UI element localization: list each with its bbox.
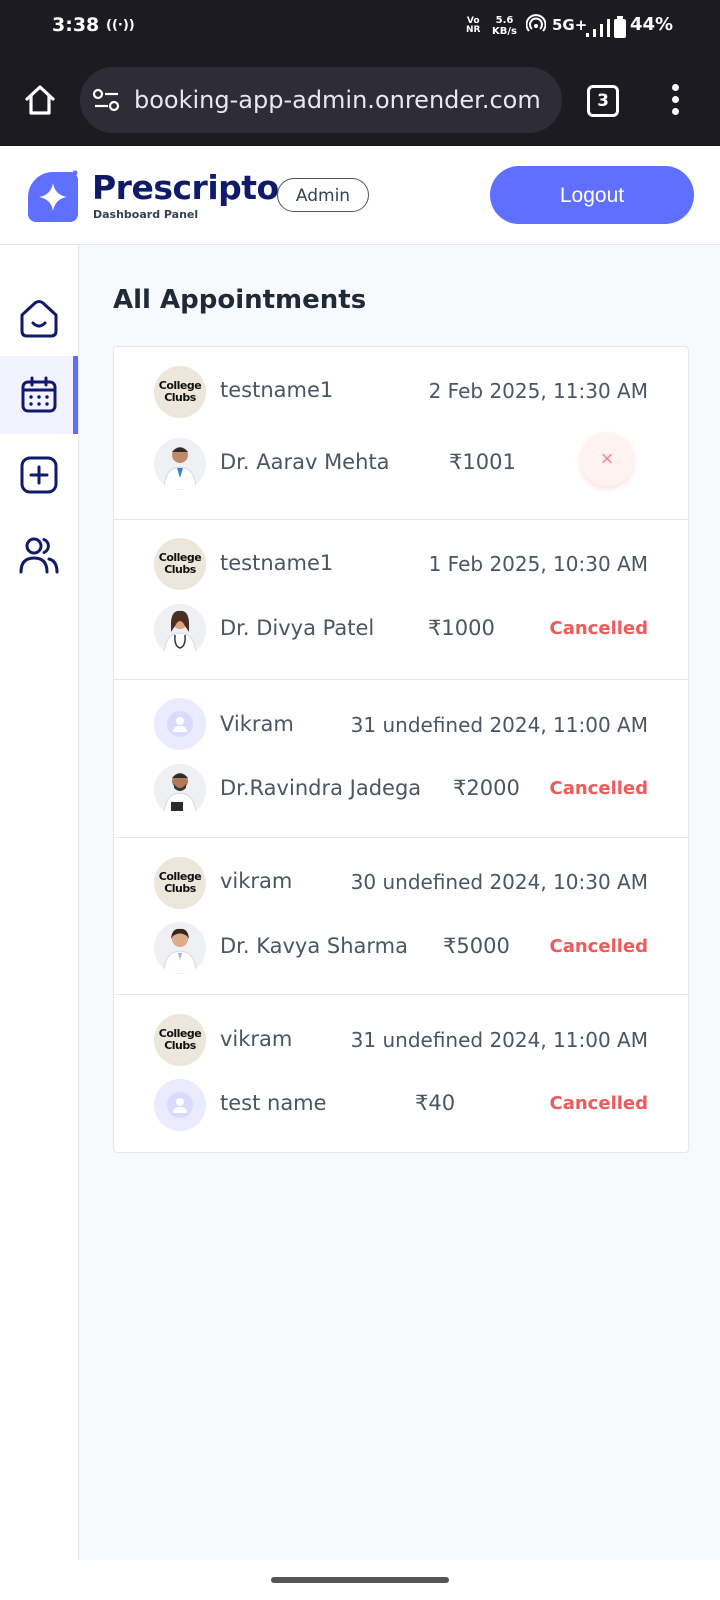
- appointment-row: College Clubs testname1 2 Feb 2025, 11:3…: [114, 347, 688, 520]
- doctor-photo: [163, 928, 197, 974]
- doctor-photo: [163, 610, 197, 656]
- logout-button[interactable]: Logout: [490, 166, 694, 224]
- status-badge: Cancelled: [549, 936, 648, 957]
- site-settings-icon[interactable]: [92, 87, 122, 113]
- appointment-datetime: 1 Feb 2025, 10:30 AM: [428, 552, 648, 576]
- doctor-name: Dr.Ravindra Jadega: [220, 776, 422, 800]
- sidebar: [0, 245, 79, 1560]
- sidebar-item-add-doctor[interactable]: [0, 436, 78, 514]
- url-text[interactable]: booking-app-admin.onrender.com: [134, 86, 554, 114]
- user-placeholder-icon: [167, 711, 193, 737]
- doctor-name: Dr. Divya Patel: [220, 616, 375, 640]
- doctor-avatar: [154, 764, 206, 816]
- doctor-name: Dr. Kavya Sharma: [220, 934, 408, 958]
- home-icon[interactable]: [22, 82, 58, 118]
- calendar-icon: [21, 376, 57, 413]
- patient-name: vikram: [220, 869, 293, 893]
- patient-avatar: College Clubs: [154, 538, 206, 590]
- volte-indicator: Vo NR: [466, 16, 481, 35]
- people-icon: [19, 537, 59, 574]
- appointment-row: College Clubs testname1 1 Feb 2025, 10:3…: [114, 520, 688, 680]
- tab-switcher-button[interactable]: 3: [587, 85, 619, 117]
- doctor-avatar: [154, 922, 206, 974]
- address-bar[interactable]: booking-app-admin.onrender.com: [80, 67, 562, 133]
- hotspot-icon: [526, 14, 546, 32]
- appointment-row: College Clubs vikram 30 undefined 2024, …: [114, 838, 688, 995]
- network-type: 5G+: [552, 16, 588, 34]
- patient-avatar: College Clubs: [154, 366, 206, 418]
- user-placeholder-icon: [167, 1092, 193, 1118]
- doctor-name: Dr. Aarav Mehta: [220, 450, 390, 474]
- appointment-fee: ₹2000: [453, 776, 520, 800]
- doctor-photo: [163, 447, 197, 490]
- patient-name: testname1: [220, 378, 334, 402]
- doctor-avatar: [154, 1079, 206, 1131]
- appointments-list: College Clubs testname1 2 Feb 2025, 11:3…: [113, 346, 689, 1153]
- appointment-datetime: 2 Feb 2025, 11:30 AM: [428, 379, 648, 403]
- battery-percent: 44%: [630, 14, 674, 35]
- patient-name: testname1: [220, 551, 334, 575]
- patient-name: Vikram: [220, 712, 294, 736]
- status-bar: 3:38 ((·)) Vo NR 5.6 KB/s 5G+ 44%: [0, 0, 720, 56]
- status-badge: Cancelled: [549, 618, 648, 639]
- gesture-navigation-bar[interactable]: [271, 1577, 449, 1583]
- battery-icon: [614, 16, 626, 38]
- patient-name: vikram: [220, 1027, 293, 1051]
- appointment-datetime: 31 undefined 2024, 11:00 AM: [350, 1028, 648, 1052]
- doctor-avatar: [154, 438, 206, 490]
- browser-toolbar: booking-app-admin.onrender.com 3: [0, 56, 720, 146]
- doctor-photo: [163, 773, 197, 816]
- signal-broadcast-icon: ((·)): [106, 18, 135, 33]
- sidebar-item-appointments[interactable]: [0, 356, 78, 434]
- prescripto-logo-icon: [28, 170, 78, 222]
- appointment-row: College Clubs vikram 31 undefined 2024, …: [114, 995, 688, 1152]
- status-badge: Cancelled: [549, 1093, 648, 1114]
- doctor-avatar: [154, 604, 206, 656]
- page-title: All Appointments: [113, 285, 367, 315]
- app-header: Prescripto Dashboard Panel Admin Logout: [0, 146, 720, 245]
- brand-subtitle: Dashboard Panel: [93, 208, 199, 221]
- status-time: 3:38: [52, 14, 100, 36]
- patient-avatar: College Clubs: [154, 857, 206, 909]
- signal-bars-icon: [586, 19, 610, 37]
- brand-name: Prescripto: [92, 168, 279, 207]
- cancel-appointment-button[interactable]: ×: [580, 432, 634, 486]
- appointment-datetime: 30 undefined 2024, 10:30 AM: [350, 870, 648, 894]
- appointment-row: Vikram 31 undefined 2024, 11:00 AM Dr.Ra…: [114, 680, 688, 838]
- role-badge: Admin: [277, 178, 369, 212]
- status-badge: Cancelled: [549, 778, 648, 799]
- doctor-name: test name: [220, 1091, 327, 1115]
- sidebar-item-doctors-list[interactable]: [0, 516, 78, 594]
- patient-avatar: [154, 698, 206, 750]
- home-icon: [20, 300, 58, 338]
- browser-menu-icon[interactable]: [672, 84, 680, 116]
- network-speed: 5.6 KB/s: [492, 15, 517, 37]
- close-icon: ×: [600, 446, 614, 471]
- patient-avatar: College Clubs: [154, 1014, 206, 1066]
- main-content: All Appointments College Clubs testname1…: [79, 245, 720, 1560]
- appointment-fee: ₹5000: [443, 934, 510, 958]
- sidebar-item-dashboard[interactable]: [0, 279, 78, 357]
- appointment-fee: ₹1001: [449, 450, 516, 474]
- add-icon: [20, 456, 58, 494]
- appointment-datetime: 31 undefined 2024, 11:00 AM: [350, 713, 648, 737]
- appointment-fee: ₹40: [415, 1091, 456, 1115]
- appointment-fee: ₹1000: [428, 616, 495, 640]
